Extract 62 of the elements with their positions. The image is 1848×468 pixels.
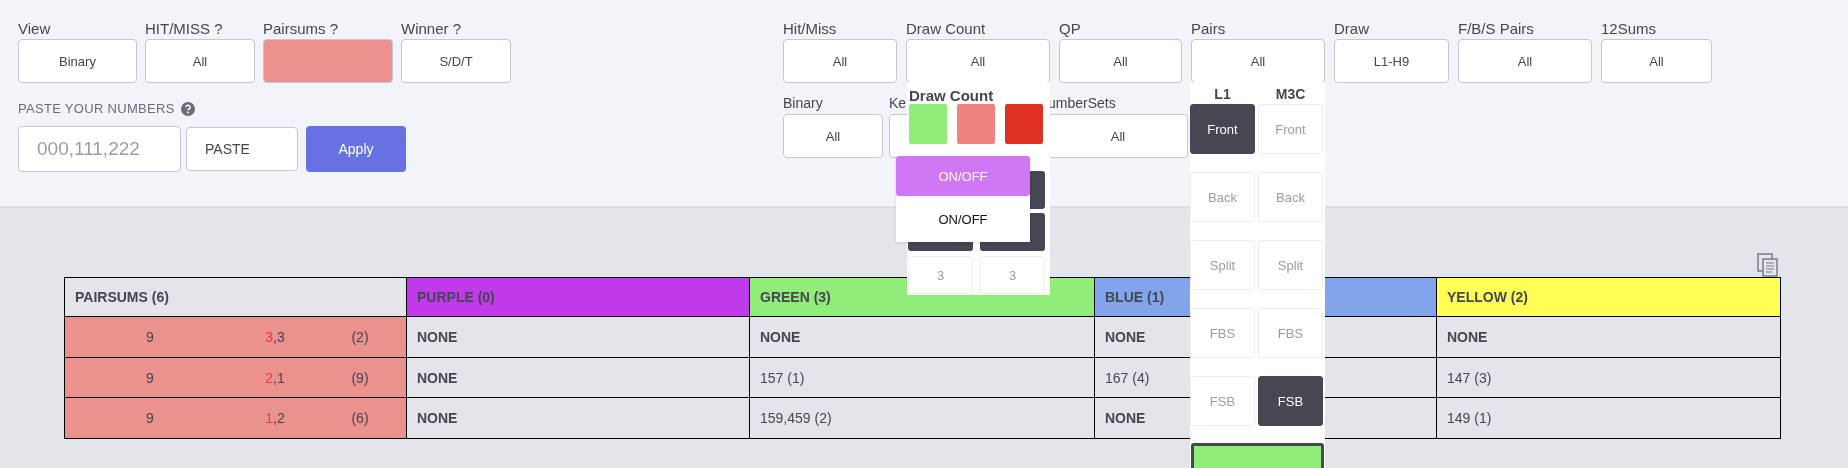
filter-select[interactable]: All (783, 39, 897, 83)
count-value: (2) (350, 329, 370, 345)
table-cell: NONE (407, 398, 750, 439)
table-cell: 147 (3) (1437, 358, 1781, 398)
help-icon[interactable] (180, 101, 195, 116)
sum-value: 9 (145, 410, 155, 426)
table-cell: 159,459 (2) (750, 398, 1095, 439)
panel-title: Draw Count (909, 87, 994, 104)
filter-select[interactable]: S/D/T (401, 39, 511, 83)
filter-select[interactable]: Binary (18, 39, 137, 83)
copy-icon[interactable] (1757, 253, 1779, 277)
count-value: (6) (350, 410, 370, 426)
table-cell: 157 (1) (750, 358, 1095, 398)
column-header: PURPLE (0) (407, 278, 750, 317)
filter-select[interactable]: All (1048, 114, 1188, 158)
filter-label: HIT/MISS ? (145, 20, 223, 39)
table-cell: 149 (1) (1437, 398, 1781, 439)
filter-label: Draw (1334, 20, 1369, 39)
filter-label: Binary (783, 95, 823, 113)
filter-label: F/B/S Pairs (1458, 20, 1534, 39)
filter-select[interactable]: All (1191, 39, 1325, 83)
table-cell: NONE (1437, 317, 1781, 358)
table-cell: NONE (407, 317, 750, 358)
color-swatch[interactable] (909, 104, 947, 144)
count-value: (9) (350, 369, 370, 386)
numbers-input[interactable]: 000,111,222 (18, 126, 181, 172)
filter-label: Ke (889, 95, 907, 113)
column-header: YELLOW (2) (1437, 278, 1781, 317)
filter-label: View (18, 20, 51, 39)
filter-label: umberSets (1048, 95, 1116, 113)
pair-value: 2,1 (264, 369, 286, 386)
filter-select[interactable]: All (906, 39, 1050, 83)
filter-label: QP (1059, 20, 1081, 39)
filter-label: Winner ? (401, 20, 462, 39)
color-swatch[interactable] (1005, 104, 1043, 144)
color-swatch[interactable] (957, 104, 995, 144)
table-cell: NONE (750, 317, 1095, 358)
filter-label: 12Sums (1601, 20, 1657, 39)
column-header: M3C (1274, 86, 1307, 102)
filter-label: Hit/Miss (783, 20, 837, 39)
table-cell: NONE (407, 358, 750, 398)
color-select[interactable] (263, 39, 393, 83)
option-button[interactable]: Front (1190, 104, 1255, 154)
sum-value: 9 (145, 369, 155, 386)
menu-item[interactable]: ON/OFF (896, 196, 1030, 242)
filter-select[interactable]: All (783, 114, 883, 158)
filter-label: Pairs (1191, 20, 1226, 39)
column-header: L1 (1213, 86, 1232, 102)
filter-select[interactable]: L1-H9 (1334, 39, 1449, 83)
sum-value: 9 (145, 329, 155, 345)
filter-select[interactable]: All (1458, 39, 1592, 83)
filter-label: Draw Count (906, 20, 986, 39)
filter-select[interactable]: All (1059, 39, 1182, 83)
pair-value: 3,3 (264, 329, 286, 345)
apply-button[interactable]: Apply (306, 126, 406, 172)
option-button[interactable]: FSB (1258, 376, 1323, 426)
paste-label: PASTE YOUR NUMBERS (18, 101, 175, 116)
filter-select[interactable]: All (1601, 39, 1712, 83)
filter-select[interactable]: All (145, 39, 255, 83)
pair-value: 1,2 (264, 410, 286, 426)
filter-label: Pairsums ? (263, 20, 339, 39)
paste-button[interactable]: PASTE (186, 127, 298, 171)
